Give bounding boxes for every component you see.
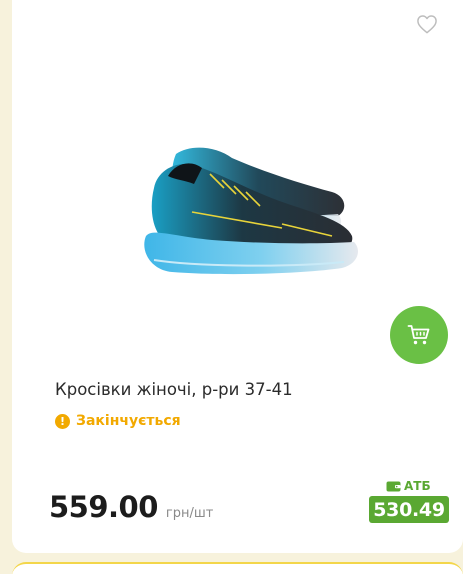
stock-status: ! Закінчується [55,413,181,429]
atb-label: АТБ [404,479,431,493]
atb-price-badge: 530.49 [369,496,449,523]
heart-outline-icon [417,15,437,34]
sneaker-photo [144,147,358,275]
regular-price: 559.00 грн/шт [49,490,213,524]
wishlist-button[interactable] [415,12,439,36]
product-card[interactable]: Кросівки жіночі, р-ри 37-41 ! Закінчуєть… [12,0,463,553]
add-to-cart-button[interactable] [390,306,448,364]
price-value: 559.00 [49,490,158,524]
stock-status-label: Закінчується [76,413,181,429]
product-title[interactable]: Кросівки жіночі, р-ри 37-41 [55,380,293,399]
atb-price-label: АТБ [386,479,431,493]
price-unit: грн/шт [165,506,214,521]
exclamation-icon: ! [55,413,70,429]
wallet-icon [386,481,401,492]
next-product-card[interactable] [12,562,463,574]
cart-icon [407,325,430,345]
